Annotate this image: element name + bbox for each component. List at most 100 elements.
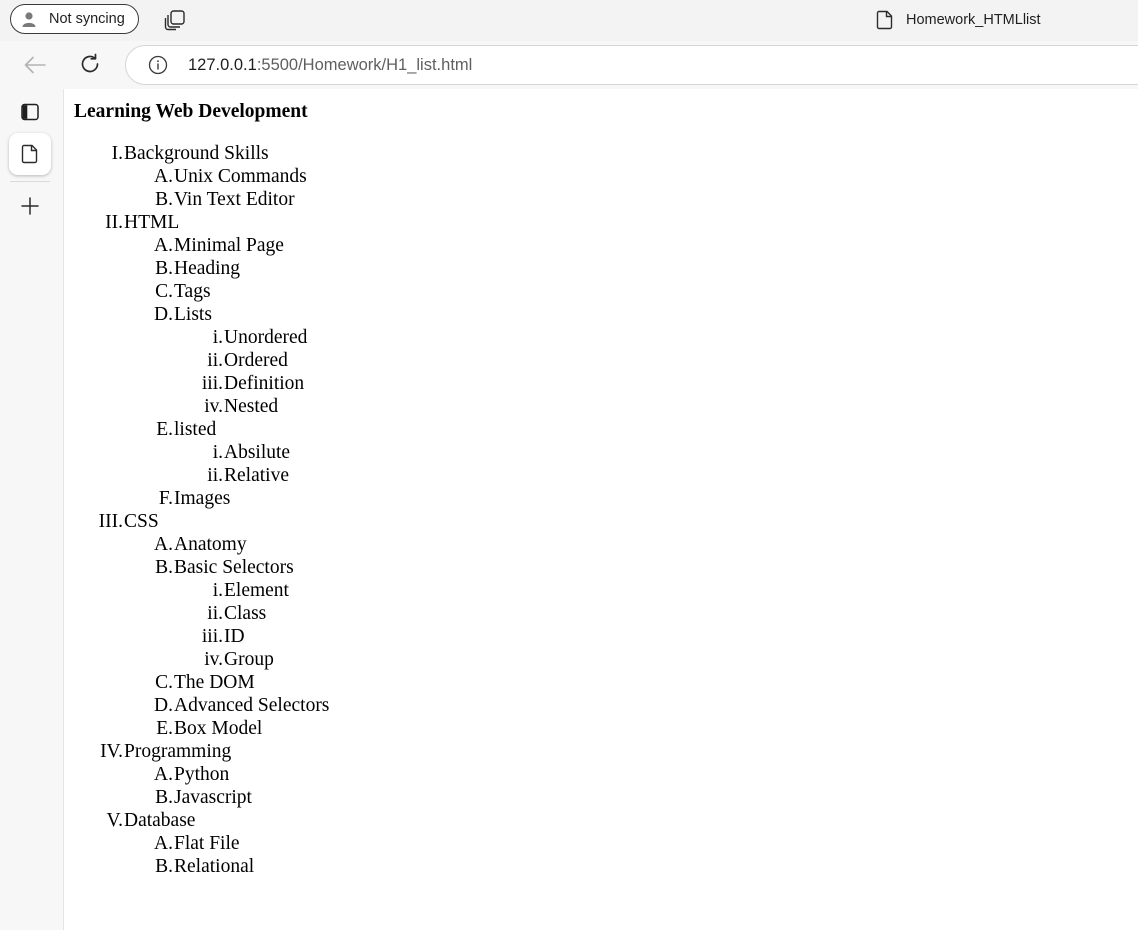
url-text[interactable]: 127.0.0.1:5500/Homework/H1_list.html <box>188 56 472 75</box>
list-marker: iii. <box>201 626 223 647</box>
list-item-text: Definition <box>224 373 305 394</box>
list-item-text: Relative <box>224 465 289 486</box>
list-item-text: Database <box>124 810 196 831</box>
list-item-text: Unordered <box>224 327 308 348</box>
list-item: B. Heading <box>74 257 674 280</box>
list-item-text: Basic Selectors <box>174 557 294 578</box>
list-marker: D. <box>154 304 173 325</box>
list-item-text: Tags <box>174 281 211 302</box>
list-item-text: Unix Commands <box>174 166 307 187</box>
list-marker: B. <box>155 189 173 210</box>
list-item-text: listed <box>174 419 217 440</box>
person-icon <box>21 11 37 27</box>
new-tab-button[interactable] <box>9 185 51 227</box>
sidebar-panel-icon <box>20 102 40 122</box>
list-marker: E. <box>156 419 173 440</box>
address-bar[interactable]: 127.0.0.1:5500/Homework/H1_list.html <box>125 45 1138 85</box>
page-heading: Learning Web Development <box>74 101 308 122</box>
back-button[interactable] <box>22 53 48 77</box>
list-marker: C. <box>155 281 173 302</box>
reload-button[interactable] <box>78 52 102 76</box>
list-marker: ii. <box>207 603 223 624</box>
list-item-text: Class <box>224 603 267 624</box>
list-item: ii. Ordered <box>74 349 674 372</box>
tab-strip: Not syncing Homework_HTMLlist <box>0 0 1138 41</box>
list-marker: iv. <box>204 649 223 670</box>
list-item: A. Minimal Page <box>74 234 674 257</box>
list-marker: A. <box>154 534 173 555</box>
list-item: B. Vin Text Editor <box>74 188 674 211</box>
list-item: iii. Definition <box>74 372 674 395</box>
reload-icon <box>78 52 102 76</box>
info-icon[interactable] <box>148 55 168 75</box>
tab-actions-button[interactable] <box>163 9 187 31</box>
list-item: V. Database <box>74 809 674 832</box>
list-item: B. Relational <box>74 855 674 878</box>
list-marker: A. <box>154 833 173 854</box>
list-marker: iii. <box>201 373 223 394</box>
list-item-text: Element <box>224 580 289 601</box>
list-item: B. Javascript <box>74 786 674 809</box>
list-item-text: Nested <box>224 396 279 417</box>
list-marker: I. <box>111 143 123 164</box>
list-item: ii. Relative <box>74 464 674 487</box>
url-host: 127.0.0.1 <box>188 55 257 74</box>
list-item: E. Box Model <box>74 717 674 740</box>
back-arrow-icon <box>22 53 48 77</box>
tab-actions-icon <box>163 9 187 31</box>
list-item-text: Python <box>174 764 230 785</box>
list-item: A. Python <box>74 763 674 786</box>
list-marker: B. <box>155 787 173 808</box>
tab-title: Homework_HTMLlist <box>906 12 1041 28</box>
list-item-text: Javascript <box>174 787 252 808</box>
list-marker: i. <box>212 327 223 348</box>
list-marker: B. <box>155 856 173 877</box>
list-item: IV. Programming <box>74 740 674 763</box>
list-item-text: Anatomy <box>174 534 247 555</box>
list-marker: iv. <box>204 396 223 417</box>
list-item-text: Relational <box>174 856 255 877</box>
list-item: C. The DOM <box>74 671 674 694</box>
list-item-text: ID <box>224 626 245 647</box>
list-item: A. Unix Commands <box>74 165 674 188</box>
list-marker: F. <box>158 488 173 509</box>
list-item: i. Element <box>74 579 674 602</box>
list-item: B. Basic Selectors <box>74 556 674 579</box>
list-item: D. Advanced Selectors <box>74 694 674 717</box>
list-item-text: CSS <box>124 511 159 532</box>
list-marker: ii. <box>207 465 223 486</box>
list-marker: C. <box>155 672 173 693</box>
url-path: :5500/Homework/H1_list.html <box>256 55 473 74</box>
list-item-text: Programming <box>124 741 232 762</box>
list-item-text: Advanced Selectors <box>174 695 330 716</box>
list-marker: i. <box>212 580 223 601</box>
profile-label: Not syncing <box>49 11 125 27</box>
nested-outline-list: I. Background Skills A. Unix Commands B. Vin … <box>74 142 674 878</box>
list-item: iv. Group <box>74 648 674 671</box>
vertical-tabs-button[interactable] <box>9 91 51 133</box>
browser-toolbar: 127.0.0.1:5500/Homework/H1_list.html <box>0 41 1138 89</box>
active-tab[interactable]: Homework_HTMLlist <box>876 8 1041 32</box>
list-item: F. Images <box>74 487 674 510</box>
list-marker: A. <box>154 166 173 187</box>
profile-button[interactable]: Not syncing <box>10 4 139 34</box>
list-item-text: Group <box>224 649 274 670</box>
list-item: I. Background Skills <box>74 142 674 165</box>
list-item-text: Lists <box>174 304 212 325</box>
page-icon <box>21 144 39 164</box>
list-item: D. Lists <box>74 303 674 326</box>
list-item: II. HTML <box>74 211 674 234</box>
list-item-text: Flat File <box>174 833 240 854</box>
list-item-text: Background Skills <box>124 143 269 164</box>
list-item-text: Box Model <box>174 718 263 739</box>
sidebar-active-tab[interactable] <box>9 133 51 175</box>
page-icon <box>876 10 894 30</box>
plus-icon <box>20 196 40 216</box>
list-item: i. Absilute <box>74 441 674 464</box>
list-item-text: The DOM <box>174 672 255 693</box>
list-item-text: Minimal Page <box>174 235 284 256</box>
list-marker: II. <box>105 212 123 233</box>
list-marker: III. <box>98 511 123 532</box>
list-item: C. Tags <box>74 280 674 303</box>
list-marker: D. <box>154 695 173 716</box>
